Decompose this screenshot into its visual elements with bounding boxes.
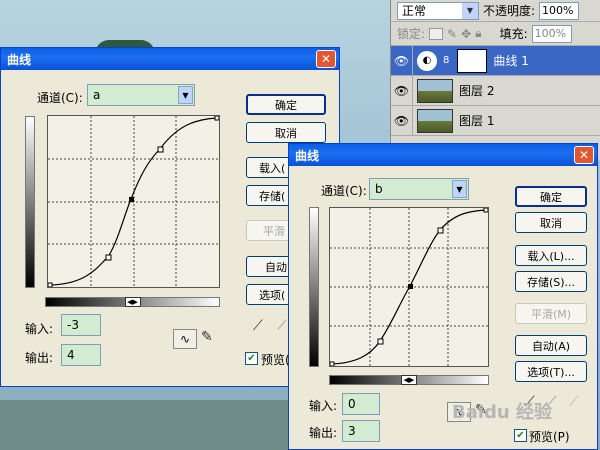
preview-checkbox[interactable]: ✔ bbox=[514, 429, 527, 442]
input-field[interactable]: -3 bbox=[61, 314, 101, 336]
smooth-button[interactable]: 平滑(M) bbox=[515, 303, 587, 324]
input-label: 输入: bbox=[25, 322, 54, 336]
link-icon[interactable]: 8 bbox=[443, 55, 449, 66]
options-button[interactable]: 选项(T)... bbox=[515, 361, 587, 382]
ok-button[interactable]: 确定 bbox=[515, 186, 587, 207]
output-field[interactable]: 4 bbox=[61, 344, 101, 366]
curve-tool-icon[interactable]: ∿ bbox=[173, 329, 197, 349]
preview-label: 预览( bbox=[261, 353, 290, 367]
opacity-label: 不透明度: bbox=[483, 4, 536, 18]
blend-mode-value: 正常 bbox=[402, 4, 427, 18]
dialog-titlebar[interactable]: 曲线 ✕ bbox=[289, 144, 597, 166]
curve-graph[interactable] bbox=[329, 207, 489, 367]
watermark-text: Baidu 经验 bbox=[452, 402, 553, 423]
auto-button[interactable]: 自动(A) bbox=[515, 335, 587, 356]
output-field[interactable]: 3 bbox=[342, 420, 380, 442]
close-icon[interactable]: ✕ bbox=[316, 50, 336, 68]
lock-transparency-icon[interactable] bbox=[429, 27, 444, 40]
chevron-down-icon: ▼ bbox=[452, 180, 467, 198]
chevron-down-icon: ▼ bbox=[462, 2, 478, 19]
input-field[interactable]: 0 bbox=[342, 393, 380, 415]
layer-row-1[interactable]: 👁︎ 图层 1 bbox=[391, 105, 600, 136]
curve-graph[interactable] bbox=[47, 115, 220, 288]
gradient-toggle-icon[interactable]: ◀▶ bbox=[401, 375, 417, 385]
output-gradient-bar bbox=[25, 116, 35, 288]
lock-move-icon[interactable]: ✥ bbox=[461, 27, 471, 41]
output-label: 输出: bbox=[309, 426, 338, 440]
lock-label: 锁定: bbox=[397, 27, 426, 41]
layer-name: 图层 2 bbox=[459, 84, 495, 98]
black-eyedropper-icon[interactable]: ⟋ bbox=[253, 318, 263, 334]
eye-icon[interactable]: 👁︎ bbox=[391, 75, 413, 106]
lock-all-icon[interactable]: 🔒︎ bbox=[475, 26, 481, 41]
curve-svg bbox=[47, 115, 220, 288]
output-gradient-bar bbox=[309, 207, 319, 367]
preview-checkbox[interactable]: ✔ bbox=[245, 352, 258, 365]
dialog-titlebar[interactable]: 曲线 ✕ bbox=[1, 48, 339, 70]
layers-panel: 正常 ▼ 不透明度: 100% 锁定: ✎ ✥ 🔒︎ 填充: 100% 👁︎ ◐… bbox=[390, 0, 600, 160]
chevron-down-icon: ▼ bbox=[178, 86, 193, 104]
fill-input[interactable]: 100% bbox=[531, 24, 572, 43]
gray-eyedropper-icon[interactable]: ⟋ bbox=[277, 318, 287, 334]
layer-name: 图层 1 bbox=[459, 114, 495, 128]
input-label: 输入: bbox=[309, 399, 338, 413]
blend-mode-select[interactable]: 正常 ▼ bbox=[397, 1, 479, 20]
channel-select[interactable]: a ▼ bbox=[87, 84, 195, 106]
dialog-title: 曲线 bbox=[295, 148, 320, 163]
layer-thumbnail bbox=[417, 108, 453, 133]
layers-lock-row: 锁定: ✎ ✥ 🔒︎ 填充: 100% bbox=[391, 22, 600, 46]
layer-mask-thumbnail[interactable] bbox=[457, 48, 488, 73]
layer-row-2[interactable]: 👁︎ 图层 2 bbox=[391, 75, 600, 106]
channel-label: 通道(C): bbox=[321, 184, 367, 198]
close-icon[interactable]: ✕ bbox=[574, 146, 594, 164]
adjustment-layer-icon: ◐ bbox=[417, 50, 437, 71]
input-gradient-bar: ◀▶ bbox=[45, 297, 220, 307]
eye-icon[interactable]: 👁︎ bbox=[391, 105, 413, 136]
channel-value: a bbox=[93, 88, 101, 102]
layer-thumbnail bbox=[417, 78, 453, 103]
channel-value: b bbox=[375, 182, 383, 196]
opacity-input[interactable]: 100% bbox=[539, 1, 580, 20]
ok-button[interactable]: 确定 bbox=[246, 94, 326, 115]
background-ground bbox=[0, 400, 300, 450]
pencil-tool-icon[interactable]: ✎ bbox=[201, 329, 213, 345]
cancel-button[interactable]: 取消 bbox=[515, 212, 587, 233]
load-button[interactable]: 载入(L)... bbox=[515, 245, 587, 266]
layer-name: 曲线 1 bbox=[493, 54, 529, 68]
cancel-button[interactable]: 取消 bbox=[246, 122, 326, 143]
preview-label: 预览(P) bbox=[529, 430, 570, 444]
layer-row-curves[interactable]: 👁︎ ◐ 8 曲线 1 bbox=[391, 45, 600, 76]
eye-icon[interactable]: 👁︎ bbox=[391, 45, 413, 76]
lock-brush-icon[interactable]: ✎ bbox=[447, 27, 457, 41]
fill-label: 填充: bbox=[499, 27, 528, 41]
dialog-title: 曲线 bbox=[7, 52, 32, 67]
save-button[interactable]: 存储(S)... bbox=[515, 271, 587, 292]
channel-label: 通道(C): bbox=[37, 91, 83, 105]
curve-svg bbox=[329, 207, 489, 367]
white-eyedropper-icon[interactable]: ⟋ bbox=[569, 394, 579, 410]
layers-top-row: 正常 ▼ 不透明度: 100% bbox=[391, 0, 600, 22]
channel-select[interactable]: b ▼ bbox=[369, 178, 469, 200]
output-label: 输出: bbox=[25, 351, 54, 365]
gradient-toggle-icon[interactable]: ◀▶ bbox=[124, 297, 141, 307]
input-gradient-bar: ◀▶ bbox=[329, 375, 489, 385]
